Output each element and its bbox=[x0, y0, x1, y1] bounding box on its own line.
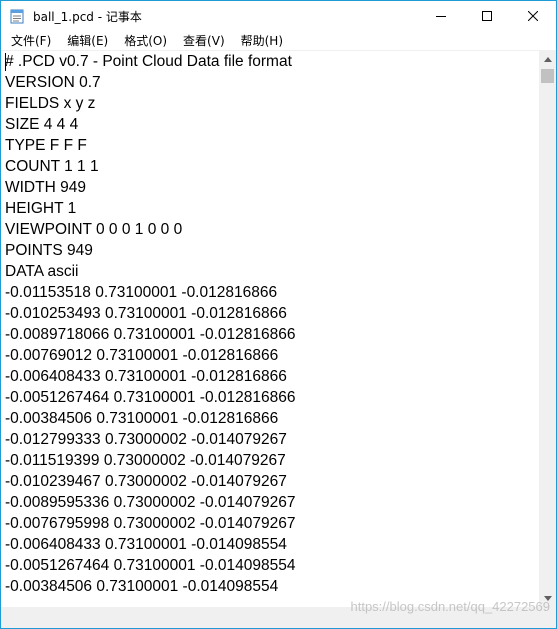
text-line[interactable]: POINTS 949 bbox=[5, 242, 93, 259]
text-editor[interactable]: # .PCD v0.7 - Point Cloud Data file form… bbox=[1, 51, 539, 607]
text-line[interactable]: WIDTH 949 bbox=[5, 179, 86, 196]
vertical-scrollbar[interactable] bbox=[539, 51, 556, 607]
maximize-button[interactable] bbox=[464, 1, 510, 31]
text-line[interactable]: SIZE 4 4 4 bbox=[5, 116, 78, 133]
notepad-window: ball_1.pcd - 记事本 文件(F) 编辑(E) 格式(O) 查看(V)… bbox=[0, 0, 557, 629]
text-line[interactable]: -0.011519399 0.73000002 -0.014079267 bbox=[5, 452, 286, 469]
scroll-up-button[interactable] bbox=[539, 51, 556, 68]
text-line[interactable]: FIELDS x y z bbox=[5, 95, 95, 112]
scroll-thumb[interactable] bbox=[541, 69, 554, 83]
text-line[interactable]: -0.0051267464 0.73100001 -0.012816866 bbox=[5, 389, 295, 406]
menu-format[interactable]: 格式(O) bbox=[116, 32, 175, 49]
text-line[interactable]: -0.00384506 0.73100001 -0.014098554 bbox=[5, 578, 278, 595]
text-line[interactable]: -0.0051267464 0.73100001 -0.014098554 bbox=[5, 557, 295, 574]
text-line[interactable]: TYPE F F F bbox=[5, 137, 87, 154]
watermark-text: https://blog.csdn.net/qq_42272569 bbox=[350, 599, 551, 614]
text-line[interactable]: DATA ascii bbox=[5, 263, 79, 280]
maximize-icon bbox=[482, 11, 492, 21]
text-caret bbox=[5, 53, 6, 71]
close-button[interactable] bbox=[510, 1, 556, 31]
close-icon bbox=[528, 11, 538, 21]
text-line[interactable]: -0.0076795998 0.73000002 -0.014079267 bbox=[5, 515, 295, 532]
text-line[interactable]: # .PCD v0.7 - Point Cloud Data file form… bbox=[5, 53, 292, 70]
text-line[interactable]: -0.0089718066 0.73100001 -0.012816866 bbox=[5, 326, 295, 343]
text-line[interactable]: -0.012799333 0.73000002 -0.014079267 bbox=[5, 431, 287, 448]
text-line[interactable]: -0.00769012 0.73100001 -0.012816866 bbox=[5, 347, 278, 364]
menu-help[interactable]: 帮助(H) bbox=[233, 32, 291, 49]
menu-edit[interactable]: 编辑(E) bbox=[59, 32, 116, 49]
menu-file[interactable]: 文件(F) bbox=[3, 32, 59, 49]
text-line[interactable]: -0.010239467 0.73000002 -0.014079267 bbox=[5, 473, 287, 490]
notepad-app-icon bbox=[9, 8, 25, 24]
minimize-icon bbox=[436, 16, 446, 17]
text-line[interactable]: -0.006408433 0.73100001 -0.012816866 bbox=[5, 368, 287, 385]
text-line[interactable]: VERSION 0.7 bbox=[5, 74, 101, 91]
text-line[interactable]: -0.006408433 0.73100001 -0.014098554 bbox=[5, 536, 287, 553]
minimize-button[interactable] bbox=[418, 1, 464, 31]
editor-text-content[interactable]: # .PCD v0.7 - Point Cloud Data file form… bbox=[1, 51, 539, 597]
window-title: ball_1.pcd - 记事本 bbox=[33, 9, 142, 24]
text-line[interactable]: -0.00384506 0.73100001 -0.012816866 bbox=[5, 410, 278, 427]
menu-bar: 文件(F) 编辑(E) 格式(O) 查看(V) 帮助(H) bbox=[1, 31, 556, 51]
title-bar[interactable]: ball_1.pcd - 记事本 bbox=[1, 1, 556, 31]
text-line[interactable]: HEIGHT 1 bbox=[5, 200, 76, 217]
menu-view[interactable]: 查看(V) bbox=[175, 32, 233, 49]
chevron-up-icon bbox=[543, 57, 552, 62]
window-controls bbox=[418, 1, 556, 31]
text-line[interactable]: VIEWPOINT 0 0 0 1 0 0 0 bbox=[5, 221, 182, 238]
text-line[interactable]: -0.01153518 0.73100001 -0.012816866 bbox=[5, 284, 277, 301]
text-line[interactable]: COUNT 1 1 1 bbox=[5, 158, 99, 175]
text-line[interactable]: -0.0089595336 0.73000002 -0.014079267 bbox=[5, 494, 295, 511]
text-line[interactable]: -0.010253493 0.73100001 -0.012816866 bbox=[5, 305, 287, 322]
